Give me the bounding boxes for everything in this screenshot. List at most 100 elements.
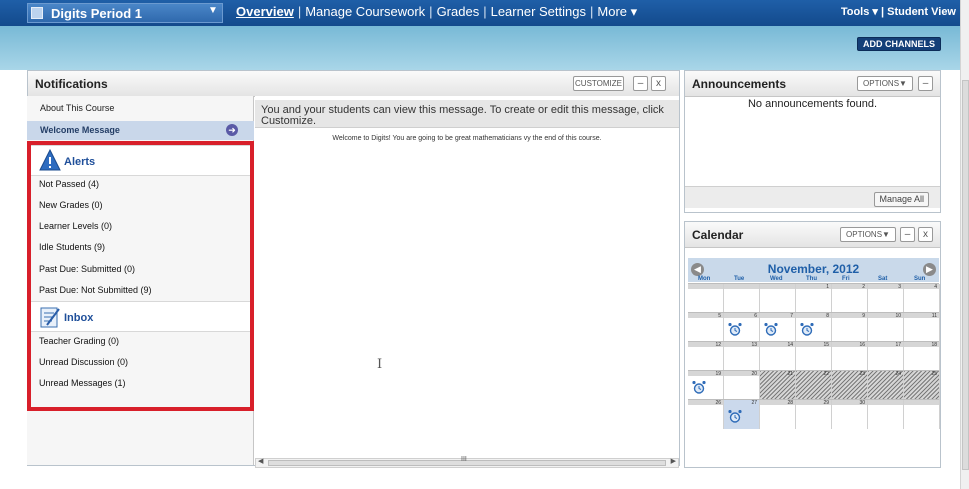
minimize-button[interactable]: – [900,227,915,242]
calendar-day[interactable]: 19 [688,371,724,400]
calendar-day[interactable]: 17 [868,342,904,371]
highlight-box [27,141,254,411]
calendar-week: 12 13 14 15 16 17 18 [688,341,940,371]
nav-learner-settings[interactable]: Learner Settings [491,4,586,19]
day-of-week-label: Sat [878,276,888,282]
scrollbar-thumb[interactable] [268,460,666,466]
main-nav: Overview | Manage Coursework | Grades | Learne… [236,4,637,20]
calendar-day[interactable]: 11 [904,313,940,342]
calendar-day[interactable]: 26 [688,400,724,429]
calendar-day[interactable]: 28 [760,400,796,429]
day-of-week-label: Thu [806,276,817,282]
scroll-right-icon[interactable]: ▶ [671,457,676,465]
nav-manage-coursework[interactable]: Manage Coursework [305,4,425,19]
options-button[interactable]: OPTIONS▼ [857,76,913,91]
calendar-day[interactable]: 13 [724,342,760,371]
calendar-empty-cell [760,284,796,313]
close-button[interactable]: x [651,76,666,91]
calendar-day-number: 12 [715,342,721,348]
calendar-day[interactable]: 16 [832,342,868,371]
alarm-clock-icon[interactable] [728,410,742,423]
calendar-day-number: 5 [718,313,721,319]
nav-more[interactable]: More ▾ [597,4,637,19]
welcome-message-item[interactable]: Welcome Message ➜ [27,121,254,140]
calendar-day[interactable]: 4 [904,284,940,313]
calendar-day[interactable]: 6 [724,313,760,342]
scrollbar-grip: III [461,456,467,463]
tools-student-view-menu[interactable]: Tools ▾ | Student View [841,5,956,18]
calendar-day[interactable]: 7 [760,313,796,342]
alarm-clock-icon[interactable] [728,323,742,336]
vertical-scrollbar[interactable] [960,0,969,489]
message-info-bar: You and your students can view this mess… [255,100,679,128]
calendar-day[interactable]: 3 [868,284,904,313]
calendar-title: Calendar [692,228,744,242]
calendar-day-number: 14 [787,342,793,348]
calendar-day-number: 20 [751,371,757,377]
calendar-day-number: 2 [862,284,865,290]
calendar-day[interactable]: 25 [904,371,940,400]
alarm-clock-icon[interactable] [800,323,814,336]
arrow-right-icon: ➜ [226,124,238,136]
calendar-day-number: 16 [859,342,865,348]
about-course-link[interactable]: About This Course [40,103,114,113]
calendar-day[interactable]: 18 [904,342,940,371]
announcements-panel: Announcements OPTIONS▼ – No announcement… [684,70,941,213]
calendar-day-number: 11 [931,313,937,319]
calendar-day[interactable]: 22 [796,371,832,400]
calendar-week: 26 27 28 29 30 [688,399,940,429]
course-selector[interactable]: Digits Period 1 ▼ [27,3,223,23]
calendar-day[interactable]: 24 [868,371,904,400]
day-of-week-label: Mon [698,276,711,282]
close-button[interactable]: x [918,227,933,242]
calendar-day[interactable]: 14 [760,342,796,371]
calendar-week: 1 2 3 4 [688,283,940,313]
scrollbar-thumb[interactable] [962,80,969,470]
notifications-header: Notifications CUSTOMIZE – x [28,71,679,97]
calendar-day[interactable]: 21 [760,371,796,400]
calendar-day[interactable]: 2 [832,284,868,313]
calendar-day-number: 23 [859,371,865,377]
alarm-clock-icon[interactable] [764,323,778,336]
add-channels-button[interactable]: ADD CHANNELS [857,37,941,51]
calendar-day[interactable]: 20 [724,371,760,400]
calendar-day-number: 13 [751,342,757,348]
calendar-day[interactable]: 1 [796,284,832,313]
calendar-day-number: 10 [895,313,901,319]
calendar-day[interactable]: 10 [868,313,904,342]
scroll-left-icon[interactable]: ◀ [258,457,263,465]
alarm-clock-icon[interactable] [692,381,706,394]
nav-separator: | [483,4,487,19]
calendar-day[interactable]: 9 [832,313,868,342]
calendar-day[interactable]: 8 [796,313,832,342]
nav-separator: | [429,4,433,19]
calendar-day[interactable]: 29 [796,400,832,429]
customize-button[interactable]: CUSTOMIZE [573,76,624,91]
calendar-day[interactable]: 27 [724,400,760,429]
top-navigation-bar: Digits Period 1 ▼ Overview | Manage Course… [0,0,960,26]
calendar-day[interactable]: 12 [688,342,724,371]
minimize-button[interactable]: – [633,76,648,91]
horizontal-scrollbar[interactable]: ◀ III ▶ [255,456,679,468]
text-cursor-icon: I [377,357,383,372]
calendar-day[interactable]: 30 [832,400,868,429]
options-button[interactable]: OPTIONS▼ [840,227,896,242]
day-of-week-label: Sun [914,276,926,282]
calendar-day-number: 28 [787,400,793,406]
calendar-day-number: 6 [754,313,757,319]
nav-grades[interactable]: Grades [437,4,480,19]
nav-overview[interactable]: Overview [236,4,294,19]
day-of-week-label: Wed [770,276,783,282]
calendar-day-number: 24 [895,371,901,377]
day-of-week-label: Fri [842,276,850,282]
next-month-icon[interactable]: ▶ [923,263,936,276]
nav-separator: | [590,4,594,19]
calendar-day[interactable]: 15 [796,342,832,371]
manage-all-button[interactable]: Manage All [874,192,929,207]
calendar-day[interactable]: 23 [832,371,868,400]
announcements-header: Announcements OPTIONS▼ – [685,71,940,97]
minimize-button[interactable]: – [918,76,933,91]
calendar-day[interactable]: 5 [688,313,724,342]
calendar-day-number: 21 [787,371,793,377]
calendar-week: 19 20 21 22 23 24 25 [688,370,940,400]
